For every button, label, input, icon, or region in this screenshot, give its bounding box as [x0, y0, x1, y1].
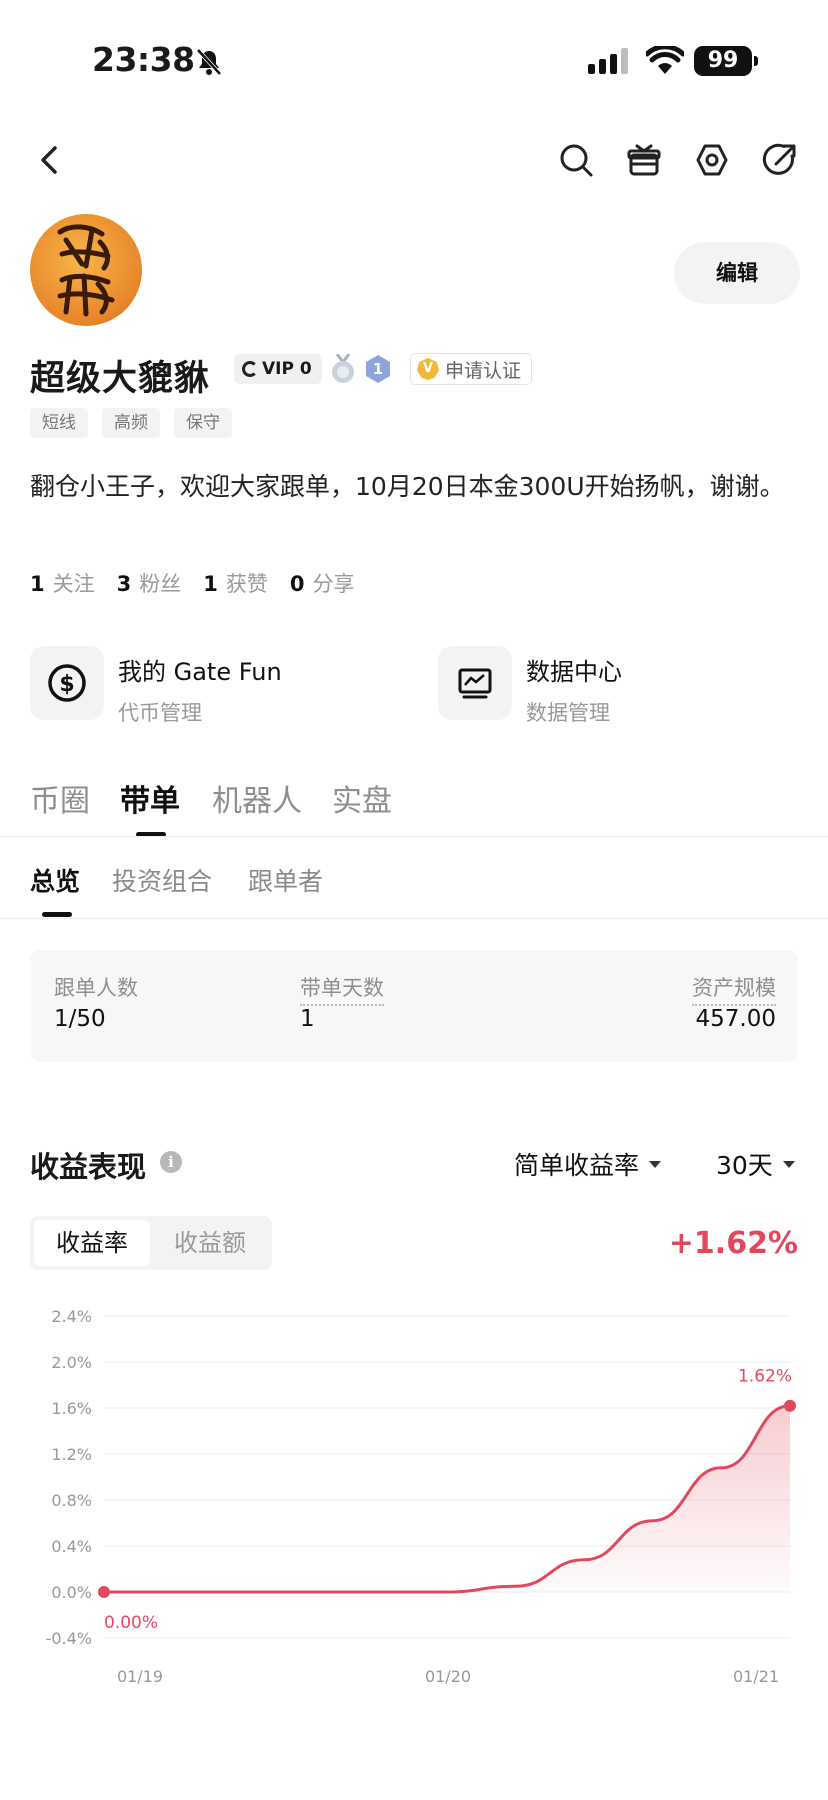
tag: 高频	[102, 408, 160, 438]
caret-down-icon	[782, 1160, 795, 1168]
stat-label: 获赞	[225, 572, 268, 596]
search-icon[interactable]	[556, 140, 596, 180]
stat-value: 0	[289, 572, 305, 596]
y-tick-label: 2.0%	[51, 1353, 92, 1372]
trading-days-value: 1	[300, 1006, 315, 1032]
profile-name: 超级大貔貅	[30, 359, 211, 399]
settings-icon[interactable]	[692, 140, 732, 180]
y-tick-label: 1.6%	[51, 1399, 92, 1418]
tag: 短线	[30, 408, 88, 438]
earnings-title: 收益表现	[30, 1150, 147, 1184]
earnings-chart[interactable]: 2.4% 2.0% 1.6% 1.2% 0.8% 0.4% 0.0% -0.4% 01/19 01…	[0, 1290, 828, 1710]
dollar-coin-icon: $	[30, 646, 104, 720]
toggle-return-amount[interactable]: 收益额	[152, 1220, 268, 1266]
tab-copy-trading[interactable]: 带单	[120, 776, 180, 820]
vip-logo-icon	[242, 361, 258, 377]
toggle-return-rate[interactable]: 收益率	[34, 1220, 150, 1266]
gift-icon[interactable]	[624, 140, 664, 180]
wifi-icon	[646, 46, 684, 74]
chart-end-label: 1.62%	[738, 1367, 792, 1387]
profile-bio: 翻仓小王子，欢迎大家跟单，10月20日本金300U开始扬帆，谢谢。	[30, 472, 785, 501]
tab-live[interactable]: 实盘	[332, 776, 392, 820]
stat-followers[interactable]: 3 粉丝	[117, 568, 182, 598]
chart-monitor-icon	[438, 646, 512, 720]
divider	[0, 836, 828, 837]
aum-value: 457.00	[695, 1006, 776, 1032]
caret-down-icon	[649, 1160, 662, 1168]
x-tick-label: 01/20	[425, 1667, 471, 1686]
info-icon[interactable]: i	[160, 1151, 182, 1173]
medal-icon[interactable]	[330, 354, 356, 384]
dropdown-value: 简单收益率	[514, 1151, 640, 1180]
gate-fun-card[interactable]: $ 我的 Gate Fun 代币管理	[30, 646, 282, 727]
stat-value: 3	[116, 572, 132, 596]
subtab-portfolio[interactable]: 投资组合	[112, 862, 212, 898]
stat-label: 分享	[312, 572, 355, 596]
tag-list: 短线 高频 保守	[30, 408, 232, 438]
range-dropdown[interactable]: 30天	[716, 1146, 795, 1182]
y-tick-label: -0.4%	[46, 1629, 92, 1648]
level-number: 1	[372, 360, 384, 378]
vip-badge[interactable]: VIP 0	[234, 354, 322, 384]
avatar[interactable]	[30, 214, 142, 326]
vip-label: VIP 0	[262, 359, 312, 379]
x-tick-label: 01/19	[117, 1667, 163, 1686]
y-tick-label: 1.2%	[51, 1445, 92, 1464]
edit-profile-button[interactable]: 编辑	[674, 242, 800, 304]
profile-stats: 1 关注 3 粉丝 1 获赞 0 分享	[30, 568, 355, 598]
subtab-active-indicator	[42, 912, 72, 917]
share-icon[interactable]	[760, 140, 800, 180]
followers-count-value: 1/50	[54, 1006, 106, 1032]
return-percentage: +1.62%	[668, 1226, 798, 1261]
aum-label[interactable]: 资产规模	[692, 972, 776, 1006]
y-tick-label: 0.4%	[51, 1537, 92, 1556]
stat-label: 粉丝	[139, 572, 182, 596]
apply-certification-button[interactable]: V 申请认证	[410, 353, 533, 385]
y-tick-label: 0.0%	[51, 1583, 92, 1602]
bell-muted-icon	[196, 48, 222, 76]
overview-panel	[30, 950, 798, 1062]
chart-start-label: 0.00%	[104, 1613, 158, 1633]
verified-icon: V	[417, 358, 439, 380]
level-badge[interactable]: 1	[364, 354, 392, 384]
chart-area-fill	[104, 1405, 790, 1592]
cert-label: 申请认证	[445, 359, 522, 382]
signal-icon	[588, 48, 628, 74]
stat-following[interactable]: 1 关注	[30, 568, 95, 598]
back-icon[interactable]	[30, 140, 70, 180]
trading-days-label[interactable]: 带单天数	[300, 972, 384, 1006]
stat-label: 关注	[52, 572, 95, 596]
status-time: 23:38	[92, 40, 195, 79]
card-title: 我的 Gate Fun	[118, 658, 282, 686]
data-center-card[interactable]: 数据中心 数据管理	[438, 646, 622, 727]
battery-indicator: 99	[694, 46, 758, 76]
x-tick-label: 01/21	[733, 1667, 779, 1686]
chart-end-point	[784, 1399, 796, 1412]
chart-start-point	[98, 1586, 110, 1598]
tab-bots[interactable]: 机器人	[212, 776, 302, 820]
card-subtitle: 代币管理	[118, 701, 202, 725]
y-tick-label: 2.4%	[51, 1307, 92, 1326]
card-subtitle: 数据管理	[526, 701, 610, 725]
stat-value: 1	[203, 572, 218, 596]
stat-shares[interactable]: 0 分享	[290, 568, 355, 598]
card-title: 数据中心	[526, 658, 622, 686]
followers-count-label: 跟单人数	[54, 976, 138, 1000]
dropdown-value: 30天	[716, 1151, 773, 1180]
subtab-overview[interactable]: 总览	[30, 862, 80, 898]
tag: 保守	[174, 408, 232, 438]
stat-value: 1	[30, 572, 45, 596]
tab-coin-circle[interactable]: 币圈	[30, 776, 90, 820]
subtab-followers[interactable]: 跟单者	[248, 862, 323, 898]
avatar-calligraphy-image	[57, 224, 115, 317]
return-mode-dropdown[interactable]: 简单收益率	[514, 1146, 662, 1182]
y-tick-label: 0.8%	[51, 1491, 92, 1510]
svg-text:$: $	[59, 672, 74, 697]
stat-likes[interactable]: 1 获赞	[203, 568, 268, 598]
divider	[0, 918, 828, 919]
